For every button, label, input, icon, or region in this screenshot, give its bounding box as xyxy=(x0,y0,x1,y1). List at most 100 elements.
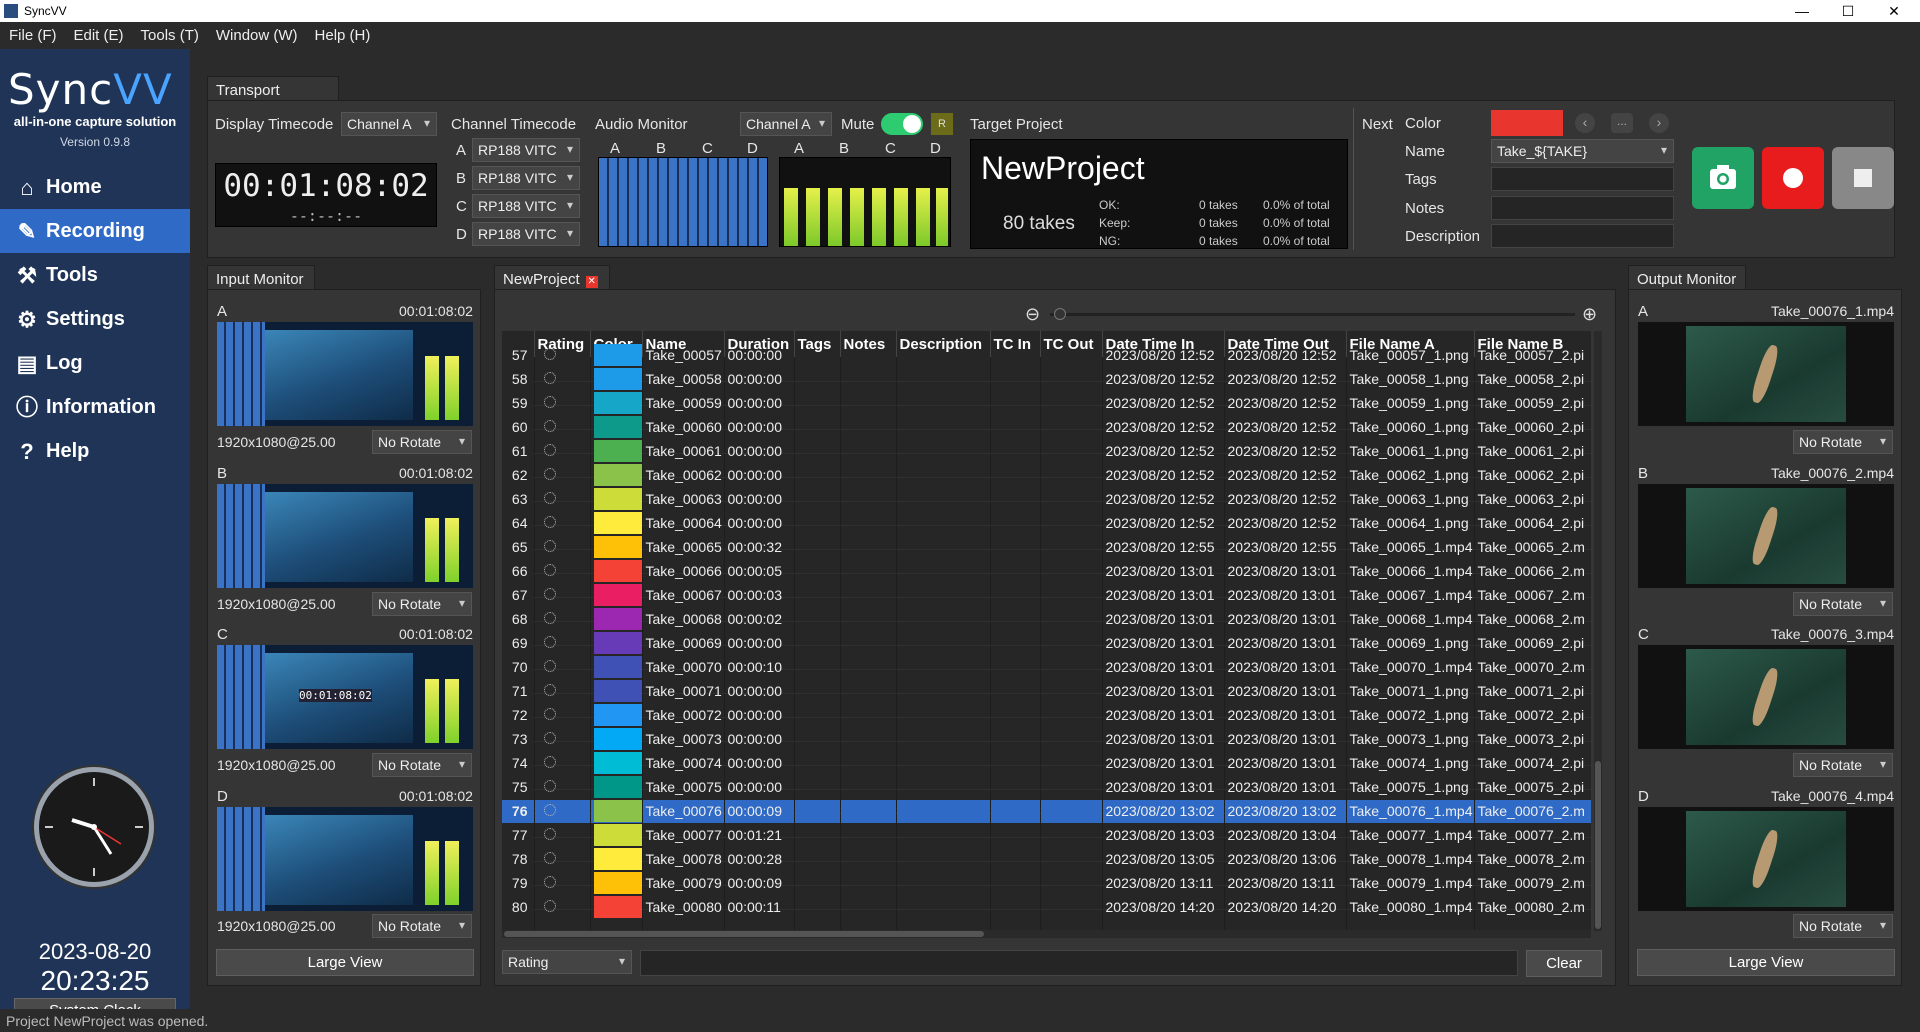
table-row[interactable]: 70 Take_00070 00:00:10 2023/08/20 13:01 2023… xyxy=(502,655,1591,680)
rating-cell[interactable] xyxy=(534,583,591,608)
r-button[interactable]: R xyxy=(931,113,953,135)
zoom-out-icon[interactable]: ⊖ xyxy=(1025,304,1040,325)
color-cell[interactable] xyxy=(590,439,643,464)
channel-a-timecode-select[interactable]: RP188 VITC xyxy=(472,138,580,162)
color-cell[interactable] xyxy=(590,847,643,872)
output-a-preview[interactable] xyxy=(1638,322,1894,426)
mute-toggle[interactable] xyxy=(881,113,923,135)
rating-cell[interactable] xyxy=(534,343,591,368)
table-row[interactable]: 77 Take_00077 00:01:21 2023/08/20 13:03 2023… xyxy=(502,823,1591,848)
color-cell[interactable] xyxy=(590,823,643,848)
output-c-rotate-select[interactable]: No Rotate xyxy=(1793,753,1893,777)
prev-color-button[interactable]: ‹ xyxy=(1575,113,1595,133)
rating-cell[interactable] xyxy=(534,871,591,896)
channel-c-timecode-select[interactable]: RP188 VITC xyxy=(472,194,580,218)
zoom-in-icon[interactable]: ⊕ xyxy=(1582,304,1597,325)
table-row[interactable]: 68 Take_00068 00:00:02 2023/08/20 13:01 2023… xyxy=(502,607,1591,632)
input-c-preview[interactable]: 00:01:08:02 xyxy=(217,645,473,749)
channel-b-timecode-select[interactable]: RP188 VITC xyxy=(472,166,580,190)
color-cell[interactable] xyxy=(590,367,643,392)
rating-cell[interactable] xyxy=(534,655,591,680)
input-large-view-button[interactable]: Large View xyxy=(216,949,474,976)
snapshot-button[interactable] xyxy=(1692,147,1754,209)
tab-project[interactable]: NewProject ✕ xyxy=(494,265,610,290)
minimize-button[interactable]: — xyxy=(1782,0,1822,22)
tab-input-monitor[interactable]: Input Monitor xyxy=(207,265,315,290)
rating-cell[interactable] xyxy=(534,607,591,632)
input-b-preview[interactable] xyxy=(217,484,473,588)
menu-help[interactable]: Help (H) xyxy=(306,22,379,44)
table-row[interactable]: 76 Take_00076 00:00:09 2023/08/20 13:02 2023… xyxy=(502,799,1591,824)
sidebar-item-log[interactable]: ▤ Log xyxy=(0,341,190,385)
rating-cell[interactable] xyxy=(534,775,591,800)
table-row[interactable]: 71 Take_00071 00:00:00 2023/08/20 13:01 2023… xyxy=(502,679,1591,704)
color-cell[interactable] xyxy=(590,511,643,536)
input-a-rotate-select[interactable]: No Rotate xyxy=(372,430,472,454)
horizontal-scrollbar[interactable] xyxy=(502,930,1591,938)
rating-cell[interactable] xyxy=(534,799,591,824)
color-picker-button[interactable]: ... xyxy=(1611,113,1633,133)
next-color-button[interactable]: › xyxy=(1649,113,1669,133)
table-row[interactable]: 72 Take_00072 00:00:00 2023/08/20 13:01 2023… xyxy=(502,703,1591,728)
audio-channel-select[interactable]: Channel A xyxy=(740,112,832,136)
rating-cell[interactable] xyxy=(534,703,591,728)
color-cell[interactable] xyxy=(590,703,643,728)
rating-cell[interactable] xyxy=(534,895,591,920)
rating-cell[interactable] xyxy=(534,535,591,560)
maximize-button[interactable]: ☐ xyxy=(1828,0,1868,22)
output-large-view-button[interactable]: Large View xyxy=(1637,949,1895,976)
menu-file[interactable]: File (F) xyxy=(0,22,65,44)
input-d-rotate-select[interactable]: No Rotate xyxy=(372,914,472,938)
color-cell[interactable] xyxy=(590,487,643,512)
color-cell[interactable] xyxy=(590,679,643,704)
table-row[interactable]: 61 Take_00061 00:00:00 2023/08/20 12:52 2023… xyxy=(502,439,1591,464)
table-row[interactable]: 60 Take_00060 00:00:00 2023/08/20 12:52 2023… xyxy=(502,415,1591,440)
channel-d-timecode-select[interactable]: RP188 VITC xyxy=(472,222,580,246)
menu-tools[interactable]: Tools (T) xyxy=(132,22,207,44)
table-row[interactable]: 59 Take_00059 00:00:00 2023/08/20 12:52 2023… xyxy=(502,391,1591,416)
sidebar-item-information[interactable]: ⓘ Information xyxy=(0,385,190,429)
sidebar-item-settings[interactable]: ⚙ Settings xyxy=(0,297,190,341)
rating-cell[interactable] xyxy=(534,727,591,752)
rating-cell[interactable] xyxy=(534,631,591,656)
next-color-swatch[interactable] xyxy=(1491,110,1563,136)
input-c-rotate-select[interactable]: No Rotate xyxy=(372,753,472,777)
table-row[interactable]: 73 Take_00073 00:00:00 2023/08/20 13:01 2023… xyxy=(502,727,1591,752)
table-row[interactable]: 64 Take_00064 00:00:00 2023/08/20 12:52 2023… xyxy=(502,511,1591,536)
tab-transport-control[interactable]: Transport Control xyxy=(207,76,339,116)
table-row[interactable]: 69 Take_00069 00:00:00 2023/08/20 13:01 2023… xyxy=(502,631,1591,656)
tags-field[interactable] xyxy=(1491,167,1674,191)
output-b-rotate-select[interactable]: No Rotate xyxy=(1793,592,1893,616)
close-tab-icon[interactable]: ✕ xyxy=(585,276,598,288)
filter-input[interactable] xyxy=(640,950,1518,976)
table-row[interactable]: 62 Take_00062 00:00:00 2023/08/20 12:52 2023… xyxy=(502,463,1591,488)
rating-cell[interactable] xyxy=(534,415,591,440)
rating-cell[interactable] xyxy=(534,751,591,776)
zoom-slider[interactable] xyxy=(1050,308,1575,320)
tab-output-monitor[interactable]: Output Monitor xyxy=(1628,265,1746,290)
table-row[interactable]: 63 Take_00063 00:00:00 2023/08/20 12:52 2023… xyxy=(502,487,1591,512)
rating-cell[interactable] xyxy=(534,823,591,848)
table-row[interactable]: 66 Take_00066 00:00:05 2023/08/20 13:01 2023… xyxy=(502,559,1591,584)
color-cell[interactable] xyxy=(590,799,643,824)
color-cell[interactable] xyxy=(590,751,643,776)
rating-cell[interactable] xyxy=(534,367,591,392)
table-row[interactable]: 80 Take_00080 00:00:11 2023/08/20 14:20 2023… xyxy=(502,895,1591,920)
display-channel-select[interactable]: Channel A xyxy=(341,112,437,136)
clear-button[interactable]: Clear xyxy=(1526,950,1602,977)
output-d-rotate-select[interactable]: No Rotate xyxy=(1793,914,1893,938)
output-c-preview[interactable] xyxy=(1638,645,1894,749)
input-d-preview[interactable] xyxy=(217,807,473,911)
close-button[interactable]: ✕ xyxy=(1874,0,1914,22)
rating-cell[interactable] xyxy=(534,439,591,464)
color-cell[interactable] xyxy=(590,343,643,368)
sidebar-item-help[interactable]: ? Help xyxy=(0,429,190,473)
rating-cell[interactable] xyxy=(534,679,591,704)
rating-cell[interactable] xyxy=(534,463,591,488)
color-cell[interactable] xyxy=(590,727,643,752)
table-row[interactable]: 78 Take_00078 00:00:28 2023/08/20 13:05 2023… xyxy=(502,847,1591,872)
notes-field[interactable] xyxy=(1491,196,1674,220)
table-row[interactable]: 65 Take_00065 00:00:32 2023/08/20 12:55 2023… xyxy=(502,535,1591,560)
menu-edit[interactable]: Edit (E) xyxy=(65,22,132,44)
output-d-preview[interactable] xyxy=(1638,807,1894,911)
